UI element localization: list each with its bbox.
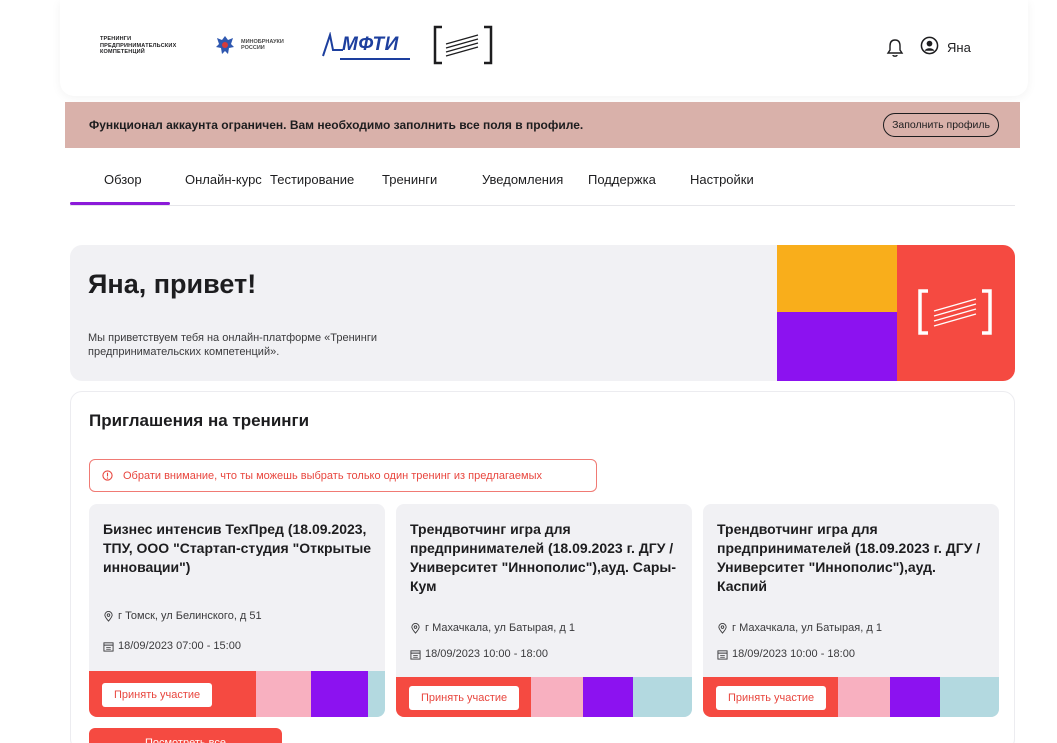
user-avatar-icon[interactable]: [920, 36, 939, 55]
training-title: Трендвотчинг игра для предпринимателей (…: [717, 521, 981, 594]
decor-tile-purple: [777, 312, 897, 381]
logo-mipt-underline: [340, 58, 410, 60]
training-datetime-text: 18/09/2023 07:00 - 15:00: [118, 640, 241, 652]
profile-restriction-banner: Функционал аккаунта ограничен. Вам необх…: [65, 102, 1020, 148]
decor-tile-yellow: [777, 245, 897, 312]
tab-online-course[interactable]: Онлайн-курс: [185, 172, 262, 187]
logo-tpk[interactable]: ТРЕНИНГИ ПРЕДПРИНИМАТЕЛЬСКИХ КОМПЕТЕНЦИЙ: [100, 36, 190, 56]
platform-logo-white-icon: [918, 289, 992, 335]
location-pin-icon: [718, 622, 727, 634]
training-title: Трендвотчинг игра для предпринимателей (…: [410, 521, 677, 594]
welcome-card: Яна, привет! Мы приветствуем тебя на онл…: [70, 245, 1015, 381]
accept-participation-button[interactable]: Принять участие: [102, 683, 213, 707]
location-pin-icon: [104, 610, 113, 622]
logo-mipt-text: МФТИ: [342, 34, 399, 55]
training-card: Трендвотчинг игра для предпринимателей (…: [703, 504, 999, 717]
training-title: Бизнес интенсив ТехПред (18.09.2023, ТПУ…: [103, 521, 372, 575]
tab-settings[interactable]: Настройки: [690, 172, 754, 187]
user-name[interactable]: Яна: [947, 40, 971, 55]
tab-overview[interactable]: Обзор: [104, 172, 142, 187]
logo-mipt[interactable]: МФТИ: [322, 32, 410, 60]
invitations-title: Приглашения на тренинги: [89, 411, 310, 430]
training-location-text: г Махачкала, ул Батырая, д 1: [732, 622, 882, 634]
training-location: г Махачкала, ул Батырая, д 1: [717, 622, 882, 634]
accept-participation-button[interactable]: Принять участие: [409, 686, 520, 710]
tab-testing[interactable]: Тестирование: [270, 172, 354, 187]
platform-logo-icon[interactable]: [432, 24, 494, 66]
notice-text: Обрати внимание, что ты можешь выбрать т…: [123, 469, 542, 482]
training-location-text: г Томск, ул Белинского, д 51: [118, 610, 262, 622]
active-tab-indicator: [70, 202, 170, 205]
training-card: Трендвотчинг игра для предпринимателей (…: [396, 504, 692, 717]
training-datetime-text: 18/09/2023 10:00 - 18:00: [425, 648, 548, 660]
training-datetime: 18/09/2023 10:00 - 18:00: [410, 648, 548, 660]
site-header: ТРЕНИНГИ ПРЕДПРИНИМАТЕЛЬСКИХ КОМПЕТЕНЦИЙ…: [60, 0, 1028, 96]
training-location: г Махачкала, ул Батырая, д 1: [410, 622, 575, 634]
training-card: Бизнес интенсив ТехПред (18.09.2023, ТПУ…: [89, 504, 385, 717]
main-tabs: Обзор Онлайн-курс Тестирование Тренинги …: [70, 158, 1015, 206]
training-datetime: 18/09/2023 07:00 - 15:00: [103, 640, 241, 652]
accept-participation-button[interactable]: Принять участие: [716, 686, 827, 710]
calendar-icon: [717, 649, 728, 660]
calendar-icon: [410, 649, 421, 660]
training-invitations: Приглашения на тренинги Обрати внимание,…: [70, 391, 1015, 743]
single-choice-notice: Обрати внимание, что ты можешь выбрать т…: [89, 459, 597, 492]
tab-notifications[interactable]: Уведомления: [482, 172, 563, 187]
training-datetime-text: 18/09/2023 10:00 - 18:00: [732, 648, 855, 660]
location-pin-icon: [411, 622, 420, 634]
view-all-button[interactable]: Посмотреть все: [89, 728, 282, 743]
tab-trainings[interactable]: Тренинги: [382, 172, 437, 187]
calendar-icon: [103, 641, 114, 652]
logo-minobrnauki-text: МИНОБРНАУКИ РОССИИ: [241, 38, 284, 52]
welcome-title: Яна, привет!: [88, 269, 257, 299]
banner-text: Функционал аккаунта ограничен. Вам необх…: [89, 118, 584, 132]
eagle-emblem-icon: [216, 36, 234, 54]
welcome-subtitle: Мы приветствуем тебя на онлайн-платформе…: [88, 332, 378, 358]
info-circle-icon: [102, 470, 113, 481]
mipt-wave-icon: [322, 32, 343, 57]
logo-minobrnauki[interactable]: МИНОБРНАУКИ РОССИИ: [215, 34, 287, 56]
training-location: г Томск, ул Белинского, д 51: [103, 610, 262, 622]
tab-support[interactable]: Поддержка: [588, 172, 656, 187]
training-location-text: г Махачкала, ул Батырая, д 1: [425, 622, 575, 634]
bell-icon[interactable]: [886, 38, 904, 58]
fill-profile-button[interactable]: Заполнить профиль: [883, 113, 999, 137]
training-datetime: 18/09/2023 10:00 - 18:00: [717, 648, 855, 660]
